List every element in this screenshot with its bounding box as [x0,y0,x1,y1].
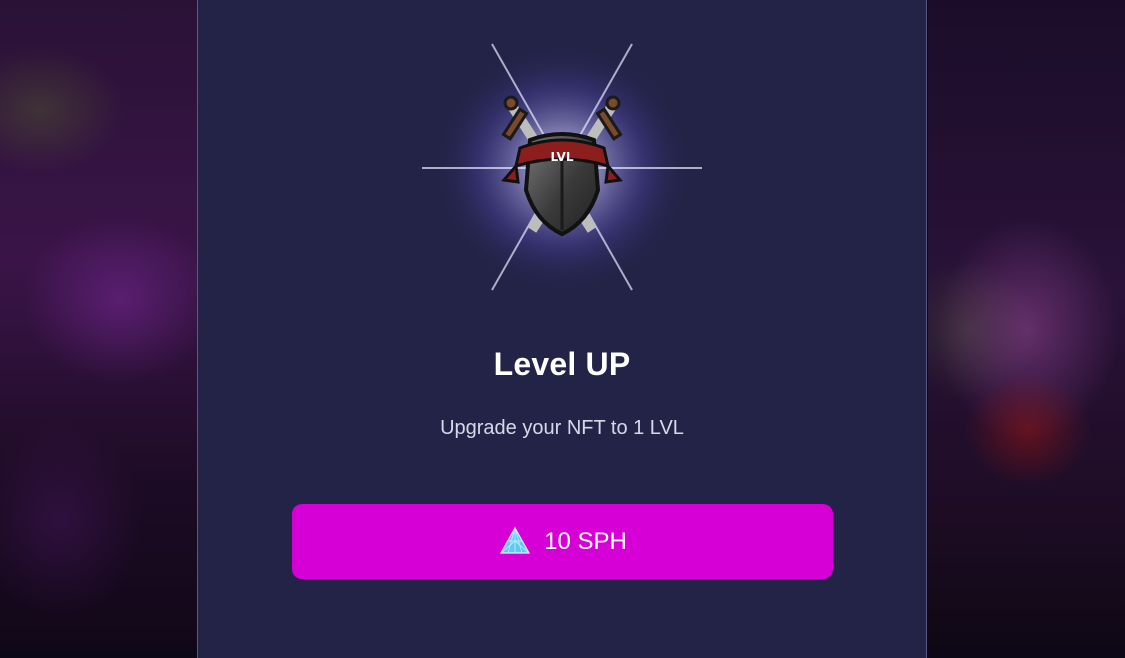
price-label: 10 SPH [544,528,627,556]
background-left-panel [0,0,198,650]
background-right-panel [928,0,1125,650]
level-up-shield-icon: LVL [412,40,712,300]
modal-subtitle: Upgrade your NFT to 1 LVL [197,417,927,440]
sapphire-gem-icon [498,525,532,559]
badge-text: LVL [551,150,574,164]
modal-title: Level UP [197,346,927,383]
buy-level-up-button[interactable]: 10 SPH [292,504,833,579]
